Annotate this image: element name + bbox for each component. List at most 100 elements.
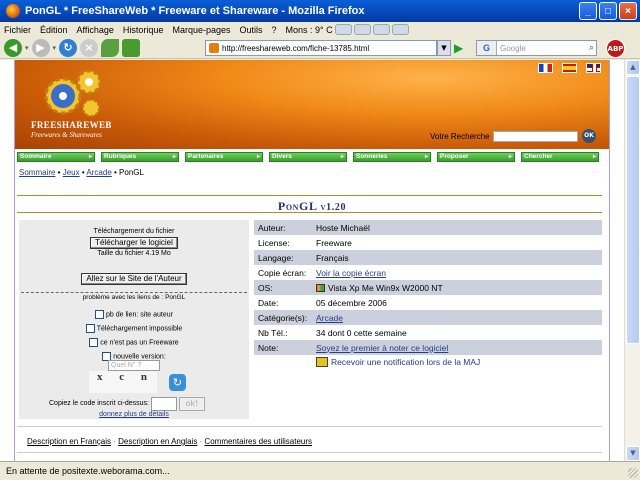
info-row-downloads: Nb Tél.: 34 dont 0 cette semaine: [254, 325, 602, 340]
site-logo-tagline: Freewares & Sharewares: [31, 131, 102, 139]
menu-historique[interactable]: Historique: [123, 25, 164, 35]
nav-label: Sonneries: [356, 153, 388, 160]
nav-chercher[interactable]: Chercher ▸: [521, 152, 599, 162]
menu-help[interactable]: ?: [272, 25, 277, 35]
menu-affichage[interactable]: Affichage: [77, 25, 114, 35]
reload-icon[interactable]: ↻: [59, 38, 78, 57]
arrow-icon: ▸: [88, 154, 92, 160]
option-label: pb de lien: site auteur: [106, 311, 173, 319]
resize-grip-icon[interactable]: [628, 468, 638, 478]
site-search-input[interactable]: [493, 131, 578, 142]
menu-edition[interactable]: Édition: [40, 25, 68, 35]
checkbox-download-impossible[interactable]: [85, 324, 95, 333]
menu-marque-pages[interactable]: Marque-pages: [172, 25, 230, 35]
search-placeholder: Google: [500, 43, 526, 53]
tab-description-en[interactable]: Description en Anglais: [118, 437, 197, 446]
stop-icon[interactable]: ×: [80, 38, 99, 57]
leaf-icon[interactable]: [101, 38, 120, 57]
breadcrumb-arcade[interactable]: Arcade: [86, 168, 111, 177]
site-logo-name: FREESHAREWEB: [31, 120, 112, 130]
address-dropdown-icon[interactable]: ▼: [437, 40, 451, 56]
info-row-language: Langage: Français: [254, 250, 602, 265]
windows-icon: [316, 283, 325, 292]
forward-dropdown-icon[interactable]: ▾: [53, 44, 57, 52]
nav-label: Chercher: [524, 153, 553, 160]
info-key: Catégorie(s):: [258, 312, 308, 323]
cloud-icon: [353, 24, 371, 35]
checkbox-link-problem[interactable]: [95, 310, 105, 319]
download-heading: Téléchargement du fichier: [93, 228, 175, 235]
nav-sonneries[interactable]: Sonneries ▸: [353, 152, 431, 162]
scroll-down-icon[interactable]: ▼: [626, 446, 640, 461]
checkbox-not-freeware[interactable]: [89, 338, 99, 347]
back-icon[interactable]: ◀: [4, 38, 22, 57]
breadcrumb-jeux[interactable]: Jeux: [63, 168, 80, 177]
maximize-button[interactable]: □: [599, 2, 617, 20]
arrow-icon: ▸: [172, 154, 176, 160]
rate-link[interactable]: Soyez le premier à noter ce logiciel: [316, 343, 448, 353]
site-search-label: Votre Recherche: [430, 132, 490, 141]
version-number-input[interactable]: Quel N° ?: [108, 360, 160, 371]
status-bar: En attente de positexte.weborama.com...: [0, 461, 640, 480]
info-key: Copie écran:: [258, 267, 307, 278]
status-text: En attente de positexte.weborama.com...: [6, 466, 170, 476]
english-flag-icon[interactable]: [586, 63, 601, 73]
screenshot-link[interactable]: Voir la copie écran: [316, 268, 386, 278]
nav-proposer[interactable]: Proposer ▸: [437, 152, 515, 162]
divider: [17, 195, 602, 196]
nav-label: Divers: [272, 153, 292, 160]
search-box[interactable]: G Google ⌕: [476, 40, 597, 56]
captcha-ok-button[interactable]: ok!: [179, 397, 205, 411]
minimize-button[interactable]: _: [579, 2, 597, 20]
info-value: Voir la copie écran: [312, 268, 602, 278]
captcha-image: x c n: [89, 371, 157, 393]
tab-description-fr[interactable]: Description en Français: [27, 437, 111, 446]
gears-logo-icon: [44, 69, 102, 117]
address-bar[interactable]: http://freeshareweb.com/fiche-13785.html: [205, 40, 437, 56]
nav-divers[interactable]: Divers ▸: [269, 152, 347, 162]
info-key: Nb Tél.:: [258, 327, 288, 338]
scroll-up-icon[interactable]: ▲: [626, 60, 640, 75]
menu-fichier[interactable]: Fichier: [4, 25, 31, 35]
refresh-captcha-icon[interactable]: ↻: [169, 374, 186, 391]
scroll-thumb[interactable]: [626, 76, 640, 344]
site-search-ok-button[interactable]: OK: [582, 129, 596, 143]
info-value: Français: [312, 253, 602, 263]
home-icon[interactable]: [122, 38, 141, 57]
info-row-author: Auteur: Hoste Michaël: [254, 220, 602, 235]
close-button[interactable]: ×: [619, 2, 637, 20]
captcha-input[interactable]: [151, 397, 177, 411]
info-key: Date:: [258, 297, 279, 308]
weather-widget[interactable]: Mons : 9° C: [286, 24, 409, 35]
description-tabs: Description en Français · Description en…: [27, 437, 313, 446]
menu-outils[interactable]: Outils: [240, 25, 263, 35]
more-details-link[interactable]: donnez plus de détails: [99, 411, 169, 418]
tab-comments[interactable]: Commentaires des utilisateurs: [204, 437, 312, 446]
info-row-category: Catégorie(s): Arcade: [254, 310, 602, 325]
spanish-flag-icon[interactable]: [562, 63, 577, 73]
breadcrumb-sommaire[interactable]: Sommaire: [19, 168, 55, 177]
search-icon[interactable]: ⌕: [589, 42, 594, 53]
french-flag-icon[interactable]: [538, 63, 553, 73]
code-label: Copiez le code inscrit ci-dessus:: [49, 400, 149, 407]
update-notification[interactable]: Recevoir une notification lors de la MAJ: [316, 357, 480, 367]
problem-title: problème avec les liens de : PonGL: [82, 294, 186, 301]
category-link[interactable]: Arcade: [316, 313, 343, 323]
info-row-rating: Note: Soyez le premier à noter ce logicie…: [254, 340, 602, 355]
back-dropdown-icon[interactable]: ▾: [25, 44, 29, 52]
go-icon[interactable]: ▶: [454, 41, 466, 55]
download-button[interactable]: Télécharger le logiciel: [90, 237, 178, 249]
cloud-icon: [372, 24, 390, 35]
nav-partenaires[interactable]: Partenaires ▸: [185, 152, 263, 162]
nav-label: Partenaires: [188, 153, 224, 160]
vertical-scrollbar[interactable]: ▲ ▼: [624, 60, 640, 461]
window-titlebar: PonGL * FreeShareWeb * Freeware et Share…: [0, 0, 640, 22]
author-site-button[interactable]: Allez sur le Site de l'Auteur: [81, 273, 187, 285]
nav-sommaire[interactable]: Sommaire ▸: [17, 152, 95, 162]
nav-rubriques[interactable]: Rubriques ▸: [101, 152, 179, 162]
forward-icon[interactable]: ▶: [31, 38, 50, 57]
google-icon[interactable]: G: [477, 41, 497, 55]
language-value: Français: [316, 252, 349, 263]
adblock-icon[interactable]: ABP: [606, 39, 625, 58]
notification-icon: [316, 357, 328, 367]
